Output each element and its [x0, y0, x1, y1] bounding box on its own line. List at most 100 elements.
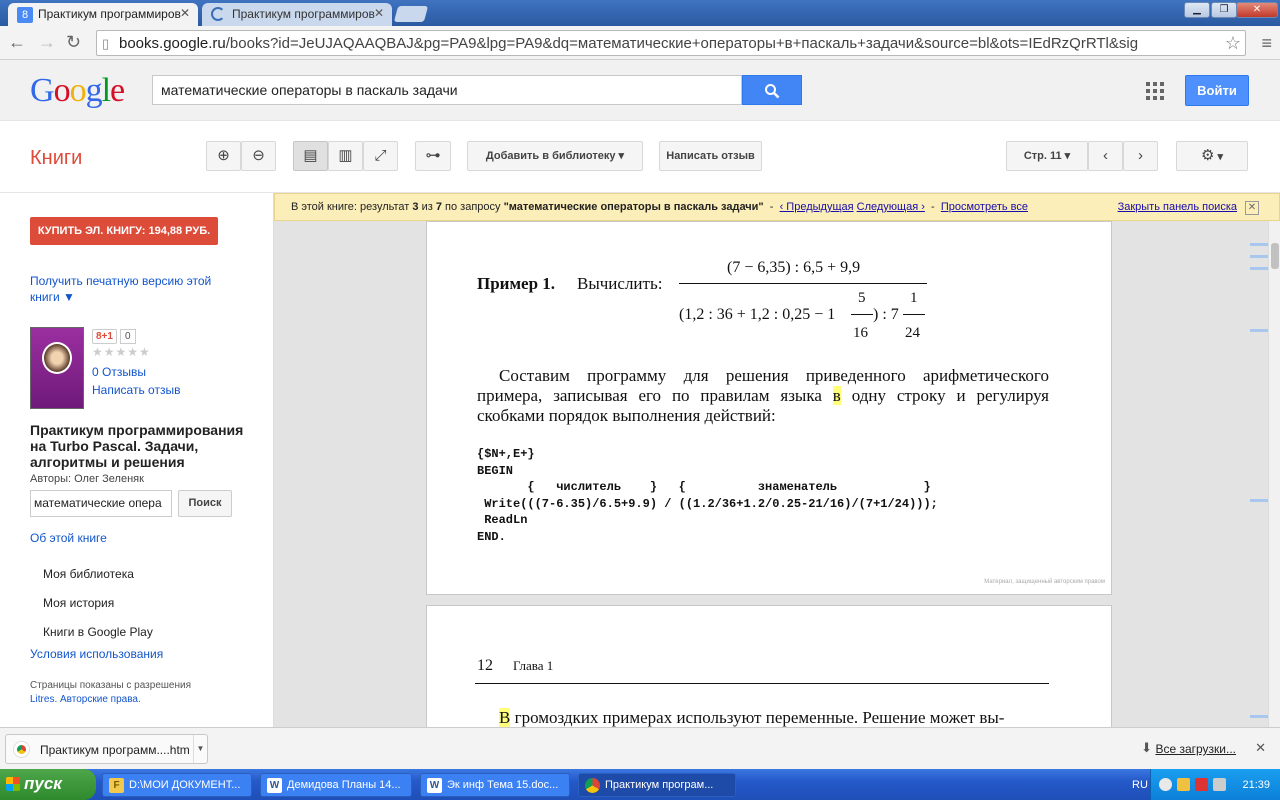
- tab-practicum-active[interactable]: 8 Практикум программиров ✕: [8, 3, 198, 26]
- terms-link[interactable]: Условия использования: [30, 647, 163, 661]
- start-label: пуск: [24, 774, 62, 793]
- my-history-link[interactable]: Моя история: [43, 596, 114, 610]
- single-page-view-button[interactable]: ▤: [293, 141, 328, 171]
- cover-portrait-image: [42, 342, 72, 374]
- search-icon: [765, 84, 780, 99]
- in-book-search-button[interactable]: Поиск: [178, 490, 232, 517]
- back-arrow-icon[interactable]: ←: [8, 32, 26, 52]
- hit-marker[interactable]: [1250, 243, 1268, 246]
- url-path: /books?id=JeUJAQAAQBAJ&pg=PA9&lpg=PA9&dq…: [225, 35, 1139, 52]
- windows-taskbar: пуск F D:\МОИ ДОКУМЕНТ... W Демидова Планы…: [0, 769, 1280, 800]
- download-menu-chevron-icon[interactable]: ▼: [193, 735, 207, 763]
- fraction-numerator: (7 − 6,35) : 6,5 + 9,9: [727, 259, 861, 276]
- gplus-count: 0: [120, 329, 136, 344]
- language-indicator[interactable]: RU: [1132, 779, 1148, 791]
- hit-marker[interactable]: [1250, 715, 1268, 718]
- clock[interactable]: 21:39: [1242, 779, 1270, 791]
- signin-button[interactable]: Войти: [1185, 75, 1249, 106]
- fullscreen-button[interactable]: ⤢: [363, 141, 398, 171]
- add-to-library-button[interactable]: Добавить в библиотеку ▾: [467, 141, 643, 171]
- permission-text: Страницы показаны с разрешения: [30, 680, 191, 691]
- taskbar-item-word-2[interactable]: W Эк инф Тема 15.doc...: [420, 773, 570, 797]
- zoom-in-button[interactable]: ⊕: [206, 141, 241, 171]
- small-fraction-denominator: 24: [905, 325, 920, 341]
- hit-marker[interactable]: [1250, 267, 1268, 270]
- page2-text: В громоздких примерах используют перемен…: [477, 708, 1051, 727]
- my-library-link[interactable]: Моя библиотека: [43, 567, 134, 581]
- chevron-left-icon: ‹: [1103, 147, 1108, 164]
- write-review-link[interactable]: Написать отзыв: [92, 383, 180, 397]
- book-authors: Авторы: Олег Зеленяк: [30, 473, 144, 485]
- browser-toolbar: ← → ↻ ▯ books.google.ru/books?id=JeUJAQA…: [0, 26, 1280, 60]
- search-button[interactable]: [742, 75, 802, 105]
- close-window-button[interactable]: ✕: [1236, 2, 1278, 18]
- close-download-bar-icon[interactable]: ✕: [1255, 740, 1266, 756]
- minimize-button[interactable]: ▁: [1184, 2, 1210, 18]
- hit-marker[interactable]: [1250, 255, 1268, 258]
- start-button[interactable]: пуск: [0, 769, 96, 800]
- previous-result-link[interactable]: ‹ Предыдущая: [780, 201, 854, 213]
- close-search-panel-link[interactable]: Закрыть панель поиска: [1118, 201, 1237, 213]
- tab-practicum-loading[interactable]: Практикум программиров ✕: [202, 3, 392, 26]
- maximize-button[interactable]: ❐: [1211, 2, 1237, 18]
- word-icon: W: [427, 778, 442, 793]
- taskbar-item-chrome[interactable]: C Практикум програм...: [578, 773, 736, 797]
- close-icon[interactable]: ✕: [1245, 201, 1259, 215]
- copyright-link[interactable]: Litres. Авторские права.: [30, 693, 250, 707]
- tray-antivirus-icon[interactable]: [1195, 778, 1208, 791]
- tray-folder-icon[interactable]: [1177, 778, 1190, 791]
- bookmark-star-icon[interactable]: ☆: [1225, 33, 1241, 54]
- chrome-icon: C: [585, 778, 600, 793]
- gplus-button[interactable]: 8+1: [92, 329, 117, 344]
- taskbar-item-label: Эк инф Тема 15.doc...: [447, 779, 559, 791]
- tray-nav-icon[interactable]: [1159, 778, 1172, 791]
- hit-marker[interactable]: [1250, 499, 1268, 502]
- search-highlight: В: [499, 708, 511, 727]
- tray-network-icon[interactable]: [1213, 778, 1226, 791]
- reload-icon[interactable]: ↻: [66, 32, 81, 52]
- google-logo[interactable]: Google: [30, 72, 125, 110]
- google-play-books-link[interactable]: Книги в Google Play: [43, 625, 153, 639]
- page-select-dropdown[interactable]: Стр. 11 ▾: [1006, 141, 1088, 171]
- viewer-scrollbar[interactable]: [1268, 221, 1280, 727]
- taskbar-item-word-1[interactable]: W Демидова Планы 14...: [260, 773, 412, 797]
- settings-button[interactable]: ⚙ ▾: [1176, 141, 1248, 171]
- tab-title: Практикум программиров: [232, 7, 375, 21]
- chrome-menu-icon[interactable]: ≡: [1261, 33, 1272, 54]
- write-review-button[interactable]: Написать отзыв: [659, 141, 762, 171]
- address-bar[interactable]: ▯ books.google.ru/books?id=JeUJAQAAQBAJ&…: [96, 30, 1246, 56]
- browser-tab-strip: 8 Практикум программиров ✕ Практикум про…: [0, 0, 1280, 26]
- hit-marker[interactable]: [1250, 329, 1268, 332]
- search-input[interactable]: математические операторы в паскаль задач…: [152, 75, 742, 105]
- all-downloads-link[interactable]: Все загрузки...: [1155, 742, 1236, 756]
- taskbar-item-folder[interactable]: F D:\МОИ ДОКУМЕНТ...: [102, 773, 252, 797]
- view-all-results-link[interactable]: Просмотреть все: [941, 201, 1028, 213]
- apps-grid-icon[interactable]: [1146, 82, 1164, 100]
- download-item[interactable]: Практикум программ....htm ▼: [5, 734, 208, 764]
- book-page-11: Пример 1. Вычислить: (7 − 6,35) : 6,5 + …: [426, 221, 1112, 595]
- result-total: 7: [435, 201, 442, 213]
- book-viewer[interactable]: Пример 1. Вычислить: (7 − 6,35) : 6,5 + …: [274, 221, 1280, 727]
- buy-ebook-button[interactable]: КУПИТЬ ЭЛ. КНИГУ: 194,88 РУБ.: [30, 217, 218, 245]
- mixed-fraction-denominator: 16: [853, 325, 868, 341]
- taskbar-item-label: Практикум програм...: [605, 779, 714, 791]
- reviews-link[interactable]: 0 Отзывы: [92, 365, 146, 379]
- in-book-search-input[interactable]: математические опера: [30, 490, 172, 517]
- about-book-link[interactable]: Об этой книге: [30, 531, 107, 545]
- prev-page-button[interactable]: ‹: [1088, 141, 1123, 171]
- scrollbar-thumb[interactable]: [1271, 243, 1279, 269]
- close-tab-icon[interactable]: ✕: [180, 6, 190, 20]
- books-title[interactable]: Книги: [30, 147, 82, 170]
- forward-arrow-icon[interactable]: →: [38, 32, 56, 52]
- download-arrow-icon: ⬇: [1141, 740, 1152, 755]
- link-button[interactable]: ⊶: [415, 141, 451, 171]
- book-cover[interactable]: [30, 327, 84, 409]
- next-result-link[interactable]: Следующая ›: [857, 201, 925, 213]
- system-tray: 21:39: [1150, 769, 1280, 800]
- new-tab-button[interactable]: [393, 6, 429, 22]
- next-page-button[interactable]: ›: [1123, 141, 1158, 171]
- zoom-out-button[interactable]: ⊖: [241, 141, 276, 171]
- close-tab-icon[interactable]: ✕: [374, 6, 384, 20]
- two-page-view-button[interactable]: ▥: [328, 141, 363, 171]
- print-version-link[interactable]: Получить печатную версию этой книги ▼: [30, 273, 240, 305]
